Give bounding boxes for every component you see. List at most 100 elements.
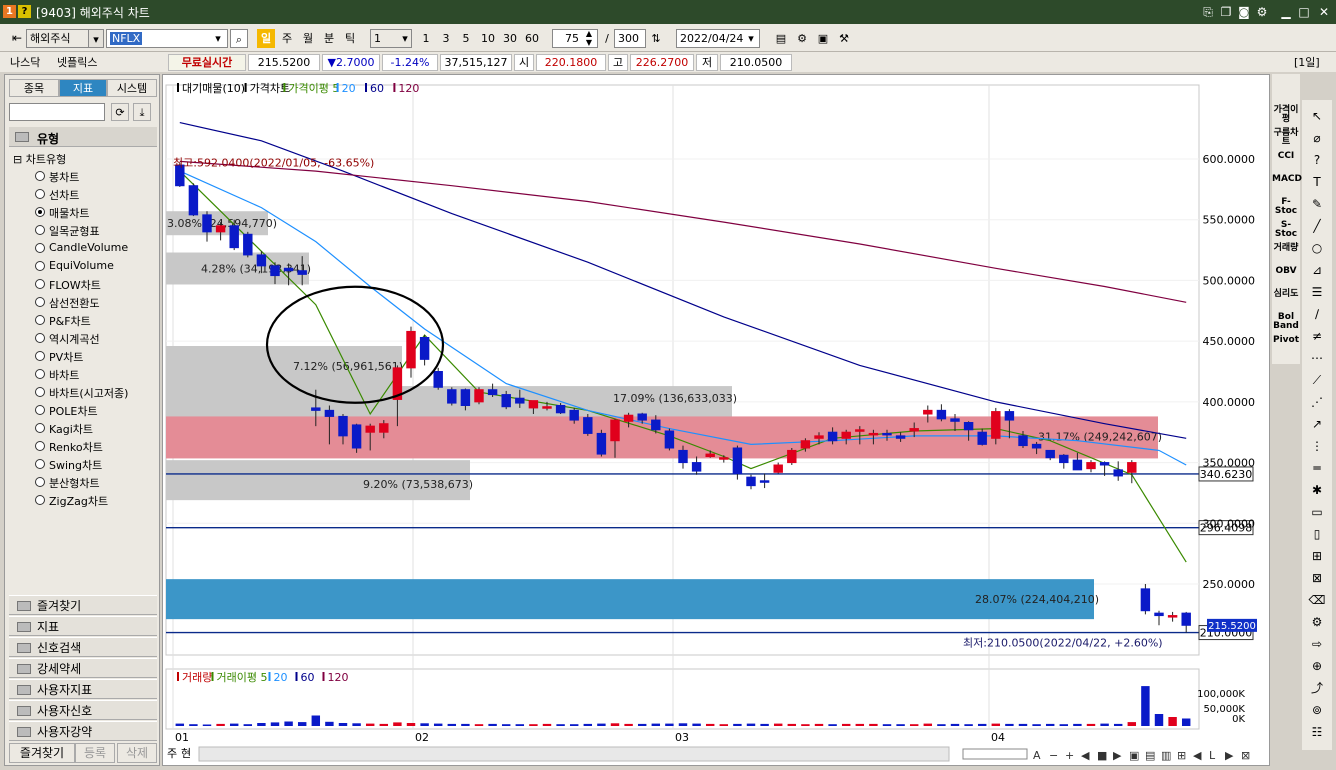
stop-icon[interactable]: ■: [1097, 749, 1107, 762]
interval-1-button[interactable]: 1: [418, 29, 434, 48]
zoom-toggle-icon[interactable]: ⇅: [648, 29, 664, 48]
indicator-shortcut[interactable]: S-Stoc: [1272, 221, 1300, 239]
help-icon[interactable]: ?: [1308, 152, 1326, 168]
chart-type-label[interactable]: 바차트: [49, 367, 79, 383]
camera-icon[interactable]: ◙: [1236, 4, 1252, 20]
chart-type-label[interactable]: EquiVolume: [49, 259, 114, 272]
chart-area[interactable]: 3.08% (24,594,770) 4.28% (34,193,341) 7.12…: [162, 74, 1270, 766]
tools-icon[interactable]: ⚒: [835, 29, 853, 48]
interval-5-button[interactable]: 5: [458, 29, 474, 48]
gear-icon[interactable]: ⚙: [1254, 4, 1270, 20]
settings-icon[interactable]: ⚙: [1308, 614, 1326, 630]
zoom-icon[interactable]: ⊕: [1308, 658, 1326, 674]
chart-type-radio[interactable]: [35, 333, 45, 343]
favorites-button[interactable]: 즐겨찾기: [9, 743, 75, 763]
interval-3-button[interactable]: 3: [438, 29, 454, 48]
interval-10-button[interactable]: 10: [478, 29, 498, 48]
chart-type-radio[interactable]: [35, 225, 45, 235]
parallel-icon[interactable]: ═: [1308, 460, 1326, 476]
pen-icon[interactable]: ✎: [1308, 196, 1326, 212]
copy-chart-icon[interactable]: ▥: [1161, 749, 1171, 762]
chart-type-label[interactable]: Renko차트: [49, 439, 103, 455]
l-icon[interactable]: L: [1209, 749, 1216, 762]
chart-type-label[interactable]: PV차트: [49, 349, 83, 365]
section-header[interactable]: 유형: [9, 127, 157, 147]
save-chart-icon[interactable]: ▤: [1145, 749, 1155, 762]
maximize-icon[interactable]: □: [1296, 4, 1312, 20]
chart-type-label[interactable]: 일목균형표: [49, 223, 100, 239]
interval-60-button[interactable]: 60: [522, 29, 542, 48]
eraser-icon[interactable]: ⌀: [1308, 130, 1326, 146]
folder-item[interactable]: 사용자신호: [9, 700, 157, 720]
layout-icon[interactable]: ⊞: [1177, 749, 1186, 762]
folder-item[interactable]: 사용자지표: [9, 679, 157, 699]
save-icon[interactable]: ▣: [814, 29, 832, 48]
line-icon[interactable]: ╱: [1308, 218, 1326, 234]
tab-indicator[interactable]: 지표: [59, 79, 107, 97]
prev-icon[interactable]: ◀: [1081, 749, 1090, 762]
grid-icon[interactable]: ⊞: [1308, 548, 1326, 564]
help-badge-icon[interactable]: ?: [18, 5, 31, 18]
interval-dropdown-icon[interactable]: ▾: [398, 29, 412, 48]
chart-type-label[interactable]: 삼선전환도: [49, 295, 100, 311]
indicator-shortcut[interactable]: F-Stoc: [1272, 198, 1300, 216]
register-button[interactable]: 등록: [75, 743, 115, 763]
chart-type-label[interactable]: Kagi차트: [49, 421, 93, 437]
refresh-icon[interactable]: ⟳: [111, 103, 129, 121]
chart-type-radio[interactable]: [35, 369, 45, 379]
folder-item[interactable]: 강세약세: [9, 658, 157, 678]
cursor-icon[interactable]: ▯: [1308, 526, 1326, 542]
channel-icon[interactable]: ≠: [1308, 328, 1326, 344]
chart-type-radio[interactable]: [35, 171, 45, 181]
chart-type-radio[interactable]: [35, 243, 45, 253]
chart-type-radio[interactable]: [35, 441, 45, 451]
tree-root[interactable]: ⊟ 차트유형: [13, 151, 66, 167]
period-day-button[interactable]: 일: [257, 29, 275, 48]
circle-icon[interactable]: ○: [1308, 240, 1326, 256]
chart-type-radio[interactable]: [35, 405, 45, 415]
indicator-shortcut[interactable]: OBV: [1272, 267, 1300, 276]
close-icon[interactable]: ✕: [1316, 4, 1332, 20]
vlines-icon[interactable]: ⋮: [1308, 438, 1326, 454]
chart-type-label[interactable]: FLOW차트: [49, 277, 101, 293]
indicator-shortcut[interactable]: Pivot: [1272, 336, 1300, 345]
period-month-button[interactable]: 월: [299, 29, 317, 48]
chart-type-label[interactable]: Swing차트: [49, 457, 102, 473]
interval-30-button[interactable]: 30: [500, 29, 520, 48]
indicator-shortcut[interactable]: 심리도: [1272, 290, 1300, 299]
arrow-icon[interactable]: ↗: [1308, 416, 1326, 432]
excel-icon[interactable]: ▣: [1129, 749, 1139, 762]
indicator-shortcut[interactable]: 구름차트: [1272, 129, 1300, 147]
history-back-icon[interactable]: ⇤: [8, 29, 26, 48]
chart-type-radio[interactable]: [35, 495, 45, 505]
chart-type-label[interactable]: 봉차트: [49, 169, 79, 185]
indicator-shortcut[interactable]: CCI: [1272, 152, 1300, 161]
rect-icon[interactable]: ▭: [1308, 504, 1326, 520]
chart-type-label[interactable]: ZigZag차트: [49, 493, 108, 509]
indicator-shortcut[interactable]: 거래량: [1272, 244, 1300, 253]
fan-icon[interactable]: ⋰: [1308, 394, 1326, 410]
search-icon[interactable]: ⌕: [230, 29, 248, 48]
triangle-icon[interactable]: ⊿: [1308, 262, 1326, 278]
delete-button[interactable]: 삭제: [117, 743, 157, 763]
folder-item[interactable]: 지표: [9, 616, 157, 636]
chart-type-radio[interactable]: [35, 315, 45, 325]
target-icon[interactable]: ⊚: [1308, 702, 1326, 718]
ray-icon[interactable]: ∕: [1308, 306, 1326, 322]
delete-icon[interactable]: ⌫: [1308, 592, 1326, 608]
chart-type-radio[interactable]: [35, 189, 45, 199]
chart-type-radio[interactable]: [35, 423, 45, 433]
folder-item[interactable]: 즐겨찾기: [9, 595, 157, 615]
folder-item[interactable]: 사용자강약: [9, 721, 157, 741]
indicator-shortcut[interactable]: MACD: [1272, 175, 1302, 184]
dots-icon[interactable]: ⋯: [1308, 350, 1326, 366]
minimize-icon[interactable]: ▁: [1278, 4, 1294, 20]
settings-icon[interactable]: ⚙: [793, 29, 811, 48]
chart-type-label[interactable]: 매물차트: [49, 205, 89, 221]
chart-type-label[interactable]: 역시계곡선: [49, 331, 100, 347]
nav-icon[interactable]: ⇨: [1308, 636, 1326, 652]
chart-type-radio[interactable]: [35, 261, 45, 271]
text-icon[interactable]: T: [1308, 174, 1326, 190]
link-icon[interactable]: ⎘: [1200, 4, 1216, 20]
chart-type-label[interactable]: 분산형차트: [49, 475, 100, 491]
